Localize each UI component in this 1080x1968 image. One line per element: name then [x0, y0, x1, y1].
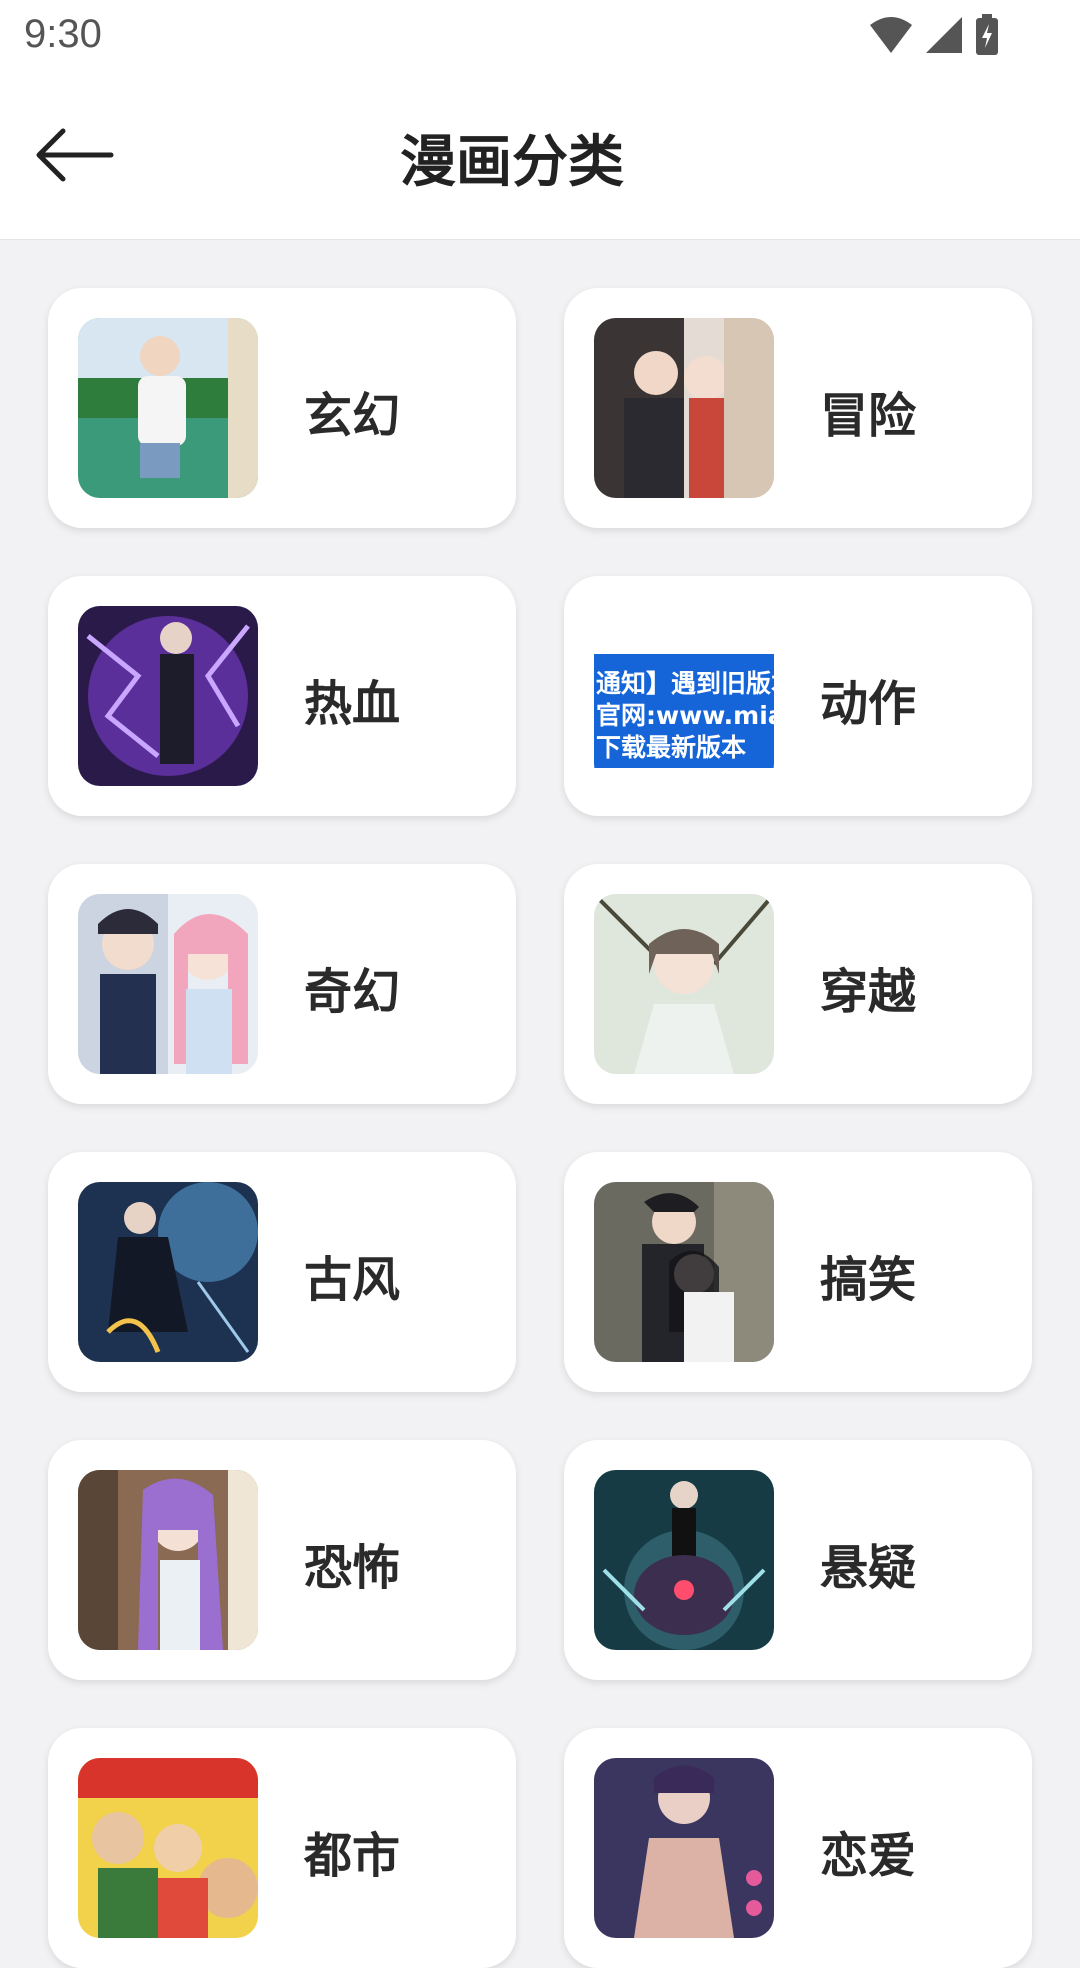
category-label: 奇幻	[304, 964, 401, 1020]
cover-image	[594, 1182, 774, 1362]
cover-image	[78, 1758, 258, 1938]
cover-image	[78, 1470, 258, 1650]
category-label: 恋爱	[820, 1828, 917, 1884]
category-card-dushi[interactable]: 都市	[48, 1728, 516, 1968]
notice-line-2: 官网:www.miao	[596, 701, 774, 730]
category-label: 动作	[820, 676, 917, 732]
category-card-xuanhuan[interactable]: 玄幻	[48, 288, 516, 528]
category-label: 恐怖	[304, 1540, 401, 1596]
category-label: 冒险	[820, 388, 917, 444]
cover-image	[594, 1470, 774, 1650]
signal-icon	[924, 15, 964, 59]
app-bar: 漫画分类	[0, 75, 1080, 240]
cover-image	[594, 318, 774, 498]
category-grid: 玄幻 冒险 热血 通知】遇到旧版本 官网:www.miao 下载最新版本 动作	[48, 288, 1032, 1968]
notice-line-1: 通知】遇到旧版本	[596, 669, 774, 698]
category-label: 玄幻	[304, 388, 401, 444]
category-card-qihuan[interactable]: 奇幻	[48, 864, 516, 1104]
category-card-chuanyue[interactable]: 穿越	[564, 864, 1032, 1104]
category-card-maoxian[interactable]: 冒险	[564, 288, 1032, 528]
cover-image	[594, 894, 774, 1074]
cover-image	[78, 1182, 258, 1362]
category-card-rexue[interactable]: 热血	[48, 576, 516, 816]
status-bar: 9:30	[0, 0, 1080, 75]
category-label: 悬疑	[820, 1540, 917, 1596]
status-time: 9:30	[24, 12, 102, 56]
category-card-lianai[interactable]: 恋爱	[564, 1728, 1032, 1968]
page-title: 漫画分类	[400, 130, 624, 195]
category-label: 古风	[304, 1252, 401, 1308]
category-label: 都市	[304, 1828, 401, 1884]
battery-charging-icon	[974, 14, 1000, 60]
cover-image	[594, 1758, 774, 1938]
category-label: 搞笑	[820, 1252, 917, 1308]
cover-image	[78, 894, 258, 1074]
notice-banner-image: 通知】遇到旧版本 官网:www.miao 下载最新版本	[594, 606, 774, 786]
category-card-xuanyi[interactable]: 悬疑	[564, 1440, 1032, 1680]
notice-line-3: 下载最新版本	[596, 733, 746, 762]
category-label: 热血	[304, 676, 401, 732]
cover-image	[78, 606, 258, 786]
category-card-gufeng[interactable]: 古风	[48, 1152, 516, 1392]
wifi-icon	[868, 15, 914, 59]
category-card-kongbu[interactable]: 恐怖	[48, 1440, 516, 1680]
category-label: 穿越	[820, 964, 917, 1020]
category-card-dongzuo[interactable]: 通知】遇到旧版本 官网:www.miao 下载最新版本 动作	[564, 576, 1032, 816]
status-icons	[868, 14, 1000, 60]
category-card-gaoxiao[interactable]: 搞笑	[564, 1152, 1032, 1392]
cover-image	[78, 318, 258, 498]
